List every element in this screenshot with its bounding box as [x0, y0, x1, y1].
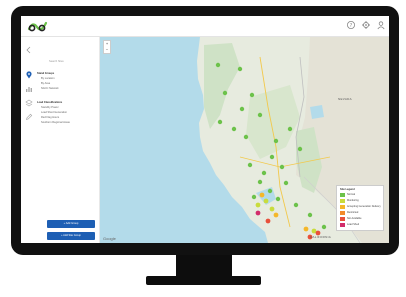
legend-swatch: [340, 199, 345, 203]
help-icon[interactable]: ?: [346, 20, 356, 30]
app-screen: ? Search Sites Stand Groups By Location …: [21, 16, 389, 243]
list-item[interactable]: By Area: [41, 82, 50, 85]
legend-label: Accepting Generation Delivery: [347, 205, 381, 208]
monitor-stand: [176, 255, 232, 277]
zoom-control[interactable]: + −: [103, 40, 111, 54]
list-item[interactable]: Southern Regional Areas: [41, 121, 70, 124]
svg-text:?: ?: [350, 23, 353, 29]
map-label-california: CALIFORNIA: [310, 235, 332, 239]
collapse-icon[interactable]: [25, 46, 33, 54]
legend-label: Load Shed: [347, 223, 360, 226]
monitor-base: [146, 276, 261, 285]
layers-icon[interactable]: [25, 99, 33, 107]
legend-label: Not Available: [347, 217, 362, 220]
zoom-out-button[interactable]: −: [104, 47, 110, 53]
add-group-button[interactable]: + Add Group: [47, 220, 95, 228]
legend-label: Normal: [347, 193, 356, 196]
list-item[interactable]: By Location: [41, 77, 55, 80]
list-item[interactable]: Red Flag Hours: [41, 116, 59, 119]
search-sites-label[interactable]: Search Sites: [49, 60, 64, 63]
legend-swatch: [340, 205, 345, 209]
legend-label: Monitoring: [347, 199, 359, 202]
app-logo-icon: [27, 21, 48, 32]
sidebar: Search Sites Stand Groups By Location By…: [21, 37, 100, 243]
add-site-group-button[interactable]: + Add Site Group: [47, 232, 95, 240]
user-icon[interactable]: [376, 20, 386, 30]
map-label-nevada: NEVADA: [338, 97, 352, 101]
legend-swatch: [340, 217, 345, 221]
map-attribution: Google: [103, 236, 116, 241]
list-item[interactable]: Load Shed Generation: [41, 111, 67, 114]
top-bar: ?: [21, 16, 389, 37]
legend-swatch: [340, 193, 345, 197]
legend-label: Restricted: [347, 211, 359, 214]
load-classifications-heading[interactable]: Load Classifications: [37, 101, 62, 104]
list-item[interactable]: NACC Network: [41, 87, 59, 90]
bar-chart-icon[interactable]: [25, 85, 33, 93]
list-item[interactable]: Standby Power: [41, 106, 59, 109]
map-legend: Site Legend Normal Monitoring Accepting …: [336, 185, 384, 231]
stand-groups-heading[interactable]: Stand Groups: [37, 72, 54, 75]
pencil-icon[interactable]: [25, 113, 33, 121]
settings-icon[interactable]: [361, 20, 371, 30]
legend-swatch: [340, 223, 345, 227]
map-view[interactable]: NEVADA CALIFORNIA + − Google Site Legend…: [100, 37, 389, 243]
legend-swatch: [340, 211, 345, 215]
location-pin-icon[interactable]: [25, 71, 33, 79]
legend-title: Site Legend: [340, 188, 355, 191]
